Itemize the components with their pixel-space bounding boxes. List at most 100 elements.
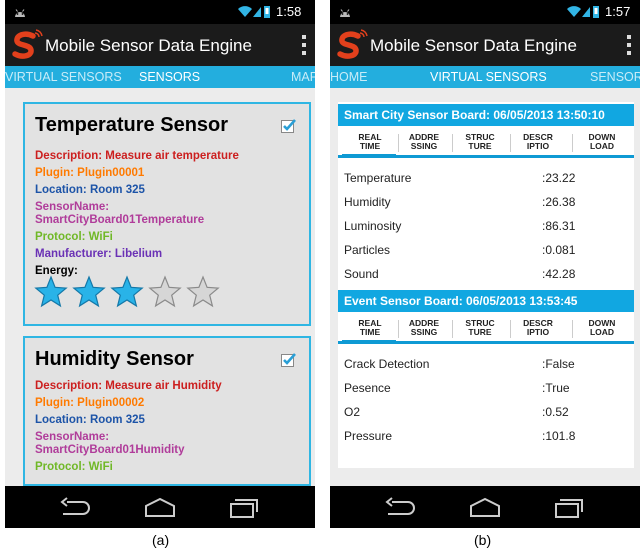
action-bar: Mobile Sensor Data Engine xyxy=(330,24,640,66)
subtab-line: IPTIO xyxy=(526,327,550,337)
status-bar: 1:58 xyxy=(5,0,315,24)
subtab-addressing[interactable]: ADDRE SSING xyxy=(400,133,448,151)
sensor-name-value: SmartCityBoard01Humidity xyxy=(35,444,185,456)
active-subtab-indicator xyxy=(342,154,396,158)
reading-row: Temperature:23.22 xyxy=(338,166,634,190)
sensor-description: Description: Measure air Humidity xyxy=(35,380,222,392)
reading-row: O2 :0.52 xyxy=(338,400,634,424)
back-icon[interactable] xyxy=(59,496,93,518)
tab-virtual-sensors[interactable]: VIRTUAL SENSORS xyxy=(430,70,547,84)
figure-caption-a: (a) xyxy=(152,532,170,548)
subtab-line: LOAD xyxy=(589,327,615,337)
reading-label: Humidity xyxy=(344,195,391,209)
reading-row: Pesence :True xyxy=(338,376,634,400)
subtab-line: SSING xyxy=(410,327,438,337)
sensor-description: Description: Measure air temperature xyxy=(35,150,239,162)
subtab-realtime[interactable]: REAL TIME xyxy=(346,319,394,337)
reading-label: Luminosity xyxy=(344,219,402,233)
tab-sensors[interactable]: SENSORS xyxy=(590,70,640,84)
subtab-line: TIME xyxy=(359,327,381,337)
subtab-divider xyxy=(452,320,453,338)
reading-row: Luminosity :86.31 xyxy=(338,214,634,238)
reading-value: :42.28 xyxy=(542,267,576,281)
sensor-checkbox-checked-icon[interactable] xyxy=(281,352,297,368)
star-empty-icon[interactable] xyxy=(148,275,182,308)
wifi-signal-battery-icon xyxy=(238,6,270,18)
energy-rating-stars[interactable] xyxy=(33,274,223,310)
subtab-line: IPTIO xyxy=(526,141,550,151)
phone-b-screen: 1:57 Mobile Sensor Data Engine HOME VIRT… xyxy=(330,0,640,528)
sensor-card-humidity[interactable]: Humidity Sensor Description: Measure air… xyxy=(23,336,311,486)
subtab-divider xyxy=(398,320,399,338)
reading-row: Sound :42.28 xyxy=(338,262,634,286)
reading-row: Particles:0.081 xyxy=(338,238,634,262)
board-title: Event Sensor Board: 06/05/2013 13:53:45 xyxy=(344,294,578,308)
subtab-line: LOAD xyxy=(589,141,615,151)
subtab-structure[interactable]: STRUC TURE xyxy=(456,133,504,151)
sensor-boards-panel: Smart City Sensor Board: 06/05/2013 13:5… xyxy=(338,102,634,468)
home-icon[interactable] xyxy=(143,496,177,518)
recent-apps-icon[interactable] xyxy=(227,496,261,518)
reading-value: :0.52 xyxy=(542,405,569,419)
sensor-name-label: SensorName: xyxy=(35,431,110,443)
sensor-name-value: SmartCityBoard01Temperature xyxy=(35,214,205,226)
tab-virtual-sensors[interactable]: VIRTUAL SENSORS xyxy=(5,70,122,84)
reading-label: O2 xyxy=(344,405,361,419)
subtab-download[interactable]: DOWN LOAD xyxy=(578,133,626,151)
subtab-description[interactable]: DESCR IPTIO xyxy=(514,133,562,151)
android-notification-icon xyxy=(340,9,350,17)
subtab-divider xyxy=(572,320,573,338)
reading-row: Pressure:101.8 xyxy=(338,424,634,448)
app-logo-icon xyxy=(12,29,43,59)
reading-row: Humidity :26.38 xyxy=(338,190,634,214)
subtab-realtime[interactable]: REAL TIME xyxy=(346,133,394,151)
reading-value: :False xyxy=(542,357,575,371)
sensor-card-title: Humidity Sensor xyxy=(35,348,194,370)
figure-caption-b: (b) xyxy=(474,532,492,548)
reading-row: Crack Detection :False xyxy=(338,352,634,376)
sensor-plugin: Plugin: Plugin00002 xyxy=(35,397,145,409)
subtab-divider xyxy=(452,134,453,152)
star-filled-icon[interactable] xyxy=(34,275,68,308)
sensor-checkbox-checked-icon[interactable] xyxy=(281,118,297,134)
subtab-line: TURE xyxy=(468,327,492,337)
overflow-menu-icon[interactable] xyxy=(301,34,307,56)
tab-home[interactable]: HOME xyxy=(330,70,368,84)
subtab-line: TIME xyxy=(359,141,381,151)
star-filled-icon[interactable] xyxy=(110,275,144,308)
sensor-protocol: Protocol: WiFi xyxy=(35,461,113,473)
back-icon[interactable] xyxy=(384,496,418,518)
subtab-divider xyxy=(398,134,399,152)
subtab-addressing[interactable]: ADDRE SSING xyxy=(400,319,448,337)
home-icon[interactable] xyxy=(468,496,502,518)
subtab-description[interactable]: DESCR IPTIO xyxy=(514,319,562,337)
board-header-event: Event Sensor Board: 06/05/2013 13:53:45 xyxy=(338,290,634,312)
reading-value: :23.22 xyxy=(542,171,576,185)
reading-label: Sound xyxy=(344,267,379,281)
subtab-divider xyxy=(510,320,511,338)
subtab-divider xyxy=(572,134,573,152)
sensor-card-temperature[interactable]: Temperature Sensor Description: Measure … xyxy=(23,102,311,326)
star-filled-icon[interactable] xyxy=(72,275,106,308)
reading-label: Pesence xyxy=(344,381,391,395)
android-notification-icon xyxy=(15,9,25,17)
recent-apps-icon[interactable] xyxy=(552,496,586,518)
star-empty-icon[interactable] xyxy=(186,275,220,308)
sensor-location: Location: Room 325 xyxy=(35,414,145,426)
phone-a-screen: 1:58 Mobile Sensor Data Engine VIRTUAL S… xyxy=(5,0,315,528)
reading-value: :True xyxy=(542,381,570,395)
reading-label: Crack Detection xyxy=(344,357,430,371)
sensor-protocol: Protocol: WiFi xyxy=(35,231,113,243)
tab-map[interactable]: MAP xyxy=(291,70,315,84)
tab-sensors[interactable]: SENSORS xyxy=(139,70,200,84)
subtab-download[interactable]: DOWN LOAD xyxy=(578,319,626,337)
overflow-menu-icon[interactable] xyxy=(626,34,632,56)
subtab-divider xyxy=(510,134,511,152)
subtab-structure[interactable]: STRUC TURE xyxy=(456,319,504,337)
reading-value: :0.081 xyxy=(542,243,576,257)
sensor-name-label: SensorName: xyxy=(35,201,110,213)
reading-value: :26.38 xyxy=(542,195,576,209)
action-bar: Mobile Sensor Data Engine xyxy=(5,24,315,66)
reading-value: :86.31 xyxy=(542,219,576,233)
wifi-signal-battery-icon xyxy=(567,6,599,18)
